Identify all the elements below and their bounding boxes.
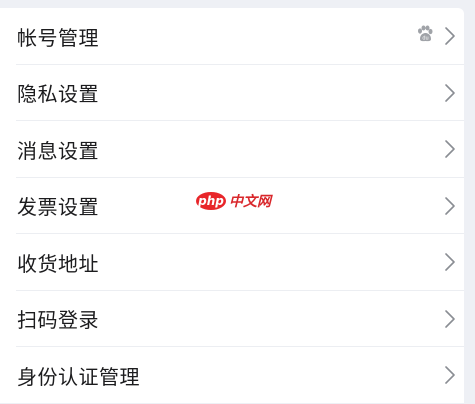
settings-item-right xyxy=(444,83,456,103)
settings-item-right xyxy=(444,252,456,272)
settings-item-right xyxy=(444,139,456,159)
settings-item-identity[interactable]: 身份认证管理 xyxy=(0,347,464,404)
paw-icon: du xyxy=(416,25,434,47)
settings-item-qr-login[interactable]: 扫码登录 xyxy=(0,291,464,348)
chevron-right-icon xyxy=(444,139,456,159)
settings-item-invoice[interactable]: 发票设置 xyxy=(0,178,464,235)
settings-item-right xyxy=(444,309,456,329)
settings-item-privacy[interactable]: 隐私设置 xyxy=(0,65,464,122)
settings-item-account[interactable]: 帐号管理 du xyxy=(0,8,464,65)
svg-text:du: du xyxy=(422,36,428,42)
settings-item-label: 扫码登录 xyxy=(17,308,99,333)
settings-item-label: 收货地址 xyxy=(17,251,99,276)
chevron-right-icon xyxy=(444,365,456,385)
settings-item-right: du xyxy=(416,25,456,47)
settings-item-address[interactable]: 收货地址 xyxy=(0,234,464,291)
settings-list: 帐号管理 du 隐私设置 消息设置 发票设置 收货地址 扫码登录 身份认证管理 xyxy=(0,8,464,403)
settings-item-label: 身份认证管理 xyxy=(17,364,140,389)
settings-item-right xyxy=(444,196,456,216)
chevron-right-icon xyxy=(444,26,456,46)
settings-item-label: 帐号管理 xyxy=(17,25,99,50)
settings-item-label: 隐私设置 xyxy=(17,82,99,107)
settings-item-right xyxy=(444,365,456,385)
settings-item-messages[interactable]: 消息设置 xyxy=(0,121,464,178)
settings-item-label: 发票设置 xyxy=(17,195,99,220)
top-strip xyxy=(0,0,475,8)
chevron-right-icon xyxy=(444,83,456,103)
settings-item-label: 消息设置 xyxy=(17,138,99,163)
chevron-right-icon xyxy=(444,196,456,216)
chevron-right-icon xyxy=(444,252,456,272)
chevron-right-icon xyxy=(444,309,456,329)
